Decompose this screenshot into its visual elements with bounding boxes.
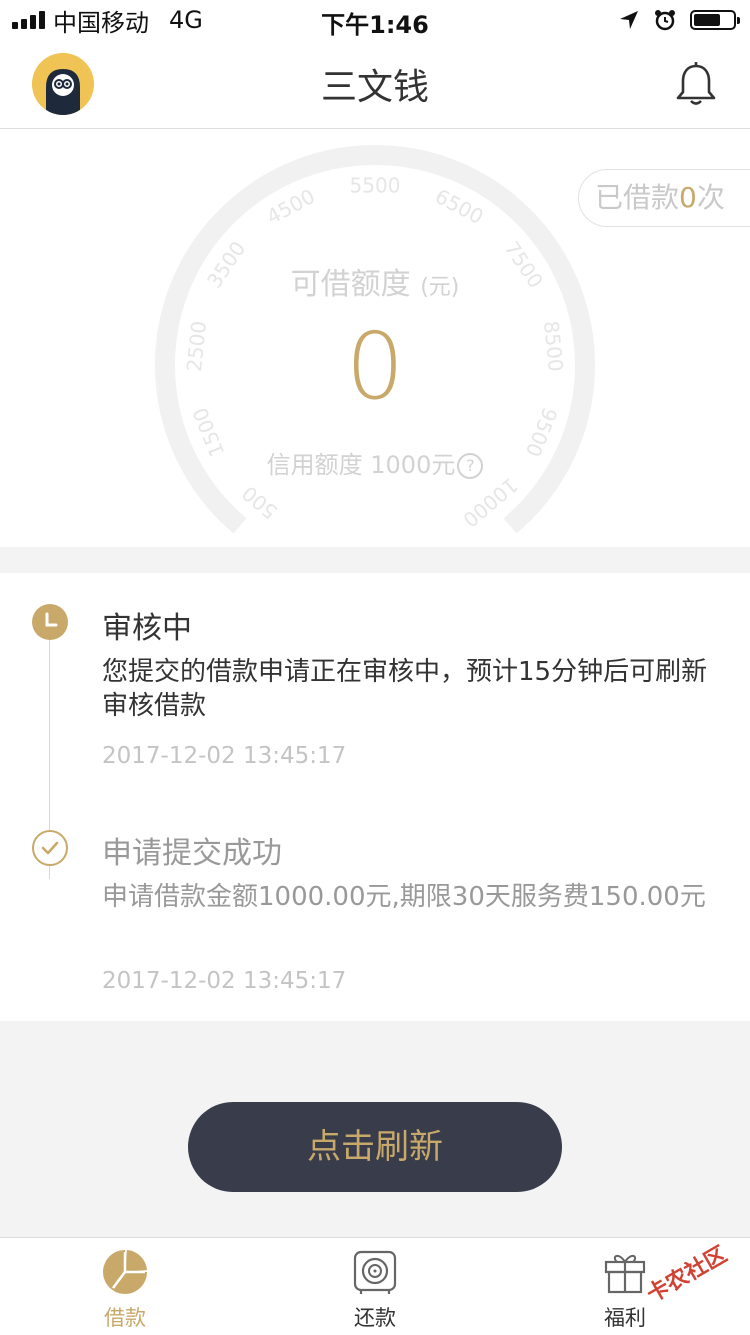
app-header: 三文钱 [0,40,750,129]
check-icon [32,830,68,866]
clock-icon [32,604,68,640]
gauge-tick-label: 5500 [350,174,401,198]
available-limit-unit: (元) [420,275,460,300]
credit-gauge-section: 500 1500 2500 3500 4500 5500 6500 7500 8500 9500 1… [0,129,750,547]
tab-loan[interactable]: 借款 [0,1238,250,1335]
location-arrow-icon [620,11,638,29]
timeline-item-body: 您提交的借款申请正在审核中，预计15分钟后可刷新审核借款 [102,657,708,721]
battery-icon [690,10,740,30]
status-right [618,6,740,34]
tab-repay[interactable]: 还款 [250,1238,500,1335]
gift-icon [604,1255,646,1294]
timeline-item-title: 审核中 [102,611,192,646]
credit-line-text: 信用额度 1000元 [266,451,456,479]
available-limit-amount: 0 [345,313,405,420]
help-icon[interactable]: ? [457,453,484,479]
borrowed-count-badge: 已借款0次 [578,169,750,227]
available-limit-text: 可借额度 [290,267,411,302]
page-title: 三文钱 [320,67,429,108]
refresh-button[interactable]: 点击刷新 [188,1102,562,1192]
tab-label: 借款 [104,1306,146,1330]
timeline-item-title: 申请提交成功 [102,836,282,871]
borrowed-prefix: 已借款 [595,181,680,214]
borrowed-count: 0 [679,181,697,214]
notification-bell-icon[interactable] [672,60,720,108]
credit-line: 信用额度 1000元? [0,445,750,480]
timeline-item-time: 2017-12-02 13:45:17 [102,968,347,994]
borrowed-suffix: 次 [696,181,725,214]
tab-bar: 借款 还款 福利 [0,1237,750,1335]
application-timeline: 审核中 您提交的借款申请正在审核中，预计15分钟后可刷新审核借款 2017-12… [0,573,750,1021]
alarm-icon [655,10,675,31]
status-bar: 中国移动 4G 下午1:46 [0,0,750,40]
tab-label: 还款 [354,1306,396,1330]
timeline-item-time: 2017-12-02 13:45:17 [102,743,347,769]
timeline-item-body: 申请借款金额1000.00元,期限30天服务费150.00元 [102,882,706,912]
repay-safe-icon [353,1250,397,1294]
loan-pie-icon [103,1250,147,1294]
available-limit-label: 可借额度 (元) [0,259,750,303]
